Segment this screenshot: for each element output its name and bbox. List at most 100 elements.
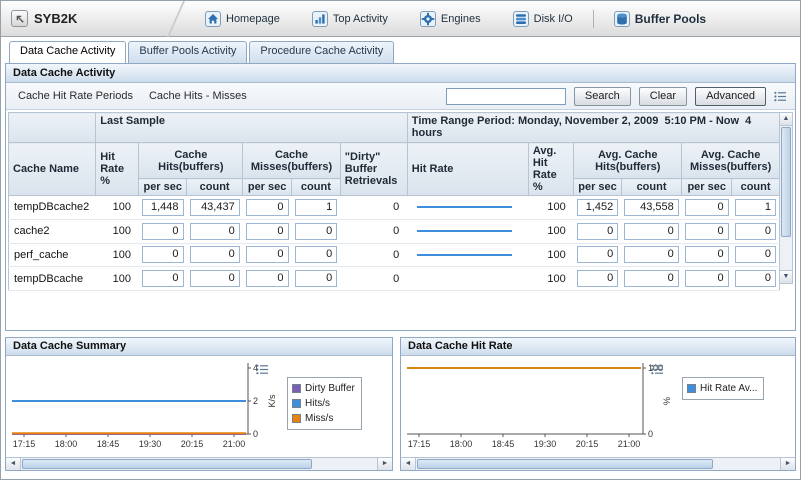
horizontal-scrollbar[interactable]: ◄ ►: [401, 457, 795, 470]
subcol-avg-misses-per-sec[interactable]: per sec: [682, 179, 732, 196]
scroll-up-arrow[interactable]: ▲: [780, 113, 792, 126]
tab-data-cache-activity[interactable]: Data Cache Activity: [9, 41, 126, 63]
nav-homepage[interactable]: Homepage: [205, 11, 280, 27]
hits-per-sec-value: 0: [142, 246, 184, 263]
hit-rate-legend: Hit Rate Av...: [682, 377, 764, 400]
table-row[interactable]: tempDBcache 100 0 0 0 0 0 100 0 0 0 0: [9, 267, 780, 291]
col-dirty-buffer-retrievals[interactable]: "Dirty" Buffer Retrievals: [340, 143, 407, 196]
link-cache-hit-rate-periods[interactable]: Cache Hit Rate Periods: [18, 90, 133, 102]
avg-hit-rate-cell: 100: [528, 219, 573, 243]
avg-misses-count-value: 0: [735, 246, 776, 263]
svg-text:18:00: 18:00: [450, 439, 473, 449]
avg-hits-count-value: 0: [624, 246, 679, 263]
legend-label: Dirty Buffer: [305, 383, 355, 394]
search-button[interactable]: Search: [574, 87, 631, 106]
scroll-left-arrow[interactable]: ◄: [401, 458, 416, 470]
collapse-arrow-icon[interactable]: [11, 10, 28, 27]
home-icon: [205, 11, 221, 27]
advanced-button[interactable]: Advanced: [695, 87, 766, 106]
blank-group-header: [9, 113, 96, 143]
cache-table-zone: Last Sample Time Range Period: Monday, N…: [8, 112, 793, 284]
avg-misses-per-sec-value: 0: [685, 223, 729, 240]
panel-title: Data Cache Activity: [6, 64, 795, 83]
application-window: SYB2K Homepage Top Activity Engines Disk…: [0, 0, 801, 480]
avg-misses-count-value: 0: [735, 223, 776, 240]
scroll-left-arrow[interactable]: ◄: [6, 458, 21, 470]
tab-buffer-pools-activity[interactable]: Buffer Pools Activity: [128, 41, 247, 63]
col-avg-cache-misses[interactable]: Avg. Cache Misses(buffers): [682, 143, 780, 179]
avg-misses-per-sec-value: 0: [685, 270, 729, 287]
avg-hits-count-value: 0: [624, 223, 679, 240]
subcol-avg-hits-per-sec[interactable]: per sec: [574, 179, 622, 196]
hits-count-value: 0: [190, 270, 240, 287]
svg-text:0: 0: [648, 429, 653, 439]
hits-count-value: 0: [190, 223, 240, 240]
nav-top-activity[interactable]: Top Activity: [312, 11, 388, 27]
col-hit-rate-pct[interactable]: Hit Rate %: [96, 143, 139, 196]
horizontal-scrollbar[interactable]: ◄ ►: [6, 457, 392, 470]
avg-hits-count-value: 0: [624, 270, 679, 287]
clear-button[interactable]: Clear: [639, 87, 687, 106]
legend-item: Miss/s: [292, 411, 355, 426]
hit-rate-cell: 100: [96, 219, 139, 243]
subcol-avg-hits-count[interactable]: count: [621, 179, 682, 196]
nav-engines[interactable]: Engines: [420, 11, 481, 27]
subcol-hits-per-sec[interactable]: per sec: [139, 179, 187, 196]
scroll-right-arrow[interactable]: ►: [377, 458, 392, 470]
avg-misses-per-sec-value: 0: [685, 199, 729, 216]
table-row[interactable]: tempDBcache2 100 1,448 43,437 0 1 0 100 …: [9, 196, 780, 220]
avg-hit-rate-cell: 100: [528, 243, 573, 267]
tab-procedure-cache-activity[interactable]: Procedure Cache Activity: [249, 41, 394, 63]
nav-disk-io[interactable]: Disk I/O: [513, 11, 573, 27]
col-avg-hit-rate-pct[interactable]: Avg. Hit Rate %: [528, 143, 573, 196]
table-row[interactable]: perf_cache 100 0 0 0 0 0 100 0 0 0 0: [9, 243, 780, 267]
subcol-hits-count[interactable]: count: [187, 179, 243, 196]
chart-title: Data Cache Summary: [6, 338, 392, 356]
misses-per-sec-value: 0: [246, 270, 289, 287]
col-avg-cache-hits[interactable]: Avg. Cache Hits(buffers): [574, 143, 682, 179]
col-cache-name[interactable]: Cache Name: [9, 143, 96, 196]
hit-rate-cell: 100: [96, 196, 139, 220]
svg-text:18:45: 18:45: [97, 439, 120, 449]
cache-name-cell: tempDBcache: [9, 267, 96, 291]
chart-options-icon[interactable]: [256, 364, 269, 378]
summary-legend: Dirty Buffer Hits/s Miss/s: [287, 377, 362, 430]
chart-options-icon[interactable]: [651, 364, 664, 378]
misses-count-value: 0: [295, 246, 338, 263]
svg-text:K/s: K/s: [267, 394, 277, 408]
vertical-scroll-thumb[interactable]: [781, 127, 791, 237]
horizontal-scroll-thumb[interactable]: [22, 459, 312, 469]
subcol-misses-count[interactable]: count: [292, 179, 341, 196]
table-row[interactable]: cache2 100 0 0 0 0 0 100 0 0 0 0: [9, 219, 780, 243]
legend-item: Dirty Buffer: [292, 381, 355, 396]
legend-label: Hits/s: [305, 398, 330, 409]
subcol-misses-per-sec[interactable]: per sec: [243, 179, 292, 196]
chart-title: Data Cache Hit Rate: [401, 338, 795, 356]
table-options-icon[interactable]: [774, 91, 787, 102]
subcol-avg-misses-count[interactable]: count: [732, 179, 780, 196]
hits-per-sec-value: 1,448: [142, 199, 184, 216]
horizontal-scroll-thumb[interactable]: [417, 459, 713, 469]
search-input[interactable]: [446, 88, 566, 105]
nav-buffer-pools[interactable]: Buffer Pools: [614, 11, 706, 27]
hit-rate-chart: 100017:1518:0018:4519:3020:1521:00%: [405, 358, 677, 452]
data-cache-table: Last Sample Time Range Period: Monday, N…: [8, 112, 780, 291]
svg-text:18:45: 18:45: [492, 439, 515, 449]
col-cache-hits[interactable]: Cache Hits(buffers): [139, 143, 243, 179]
link-cache-hits-misses[interactable]: Cache Hits - Misses: [149, 90, 247, 102]
hit-rate-cell: 100: [96, 243, 139, 267]
system-title: SYB2K: [34, 11, 77, 26]
hits-count-value: 43,437: [190, 199, 240, 216]
hits-count-value: 0: [190, 246, 240, 263]
svg-text:20:15: 20:15: [181, 439, 204, 449]
vertical-scrollbar[interactable]: ▲ ▼: [780, 112, 793, 284]
brand: SYB2K: [1, 10, 151, 27]
scroll-down-arrow[interactable]: ▼: [780, 270, 792, 283]
svg-text:18:00: 18:00: [55, 439, 78, 449]
col-cache-misses[interactable]: Cache Misses(buffers): [243, 143, 341, 179]
top-header-bar: SYB2K Homepage Top Activity Engines Disk…: [1, 1, 800, 37]
col-hit-rate-sparkline[interactable]: Hit Rate: [407, 143, 528, 196]
scroll-right-arrow[interactable]: ►: [780, 458, 795, 470]
legend-swatch-dirty-buffer: [292, 384, 301, 393]
svg-text:19:30: 19:30: [534, 439, 557, 449]
